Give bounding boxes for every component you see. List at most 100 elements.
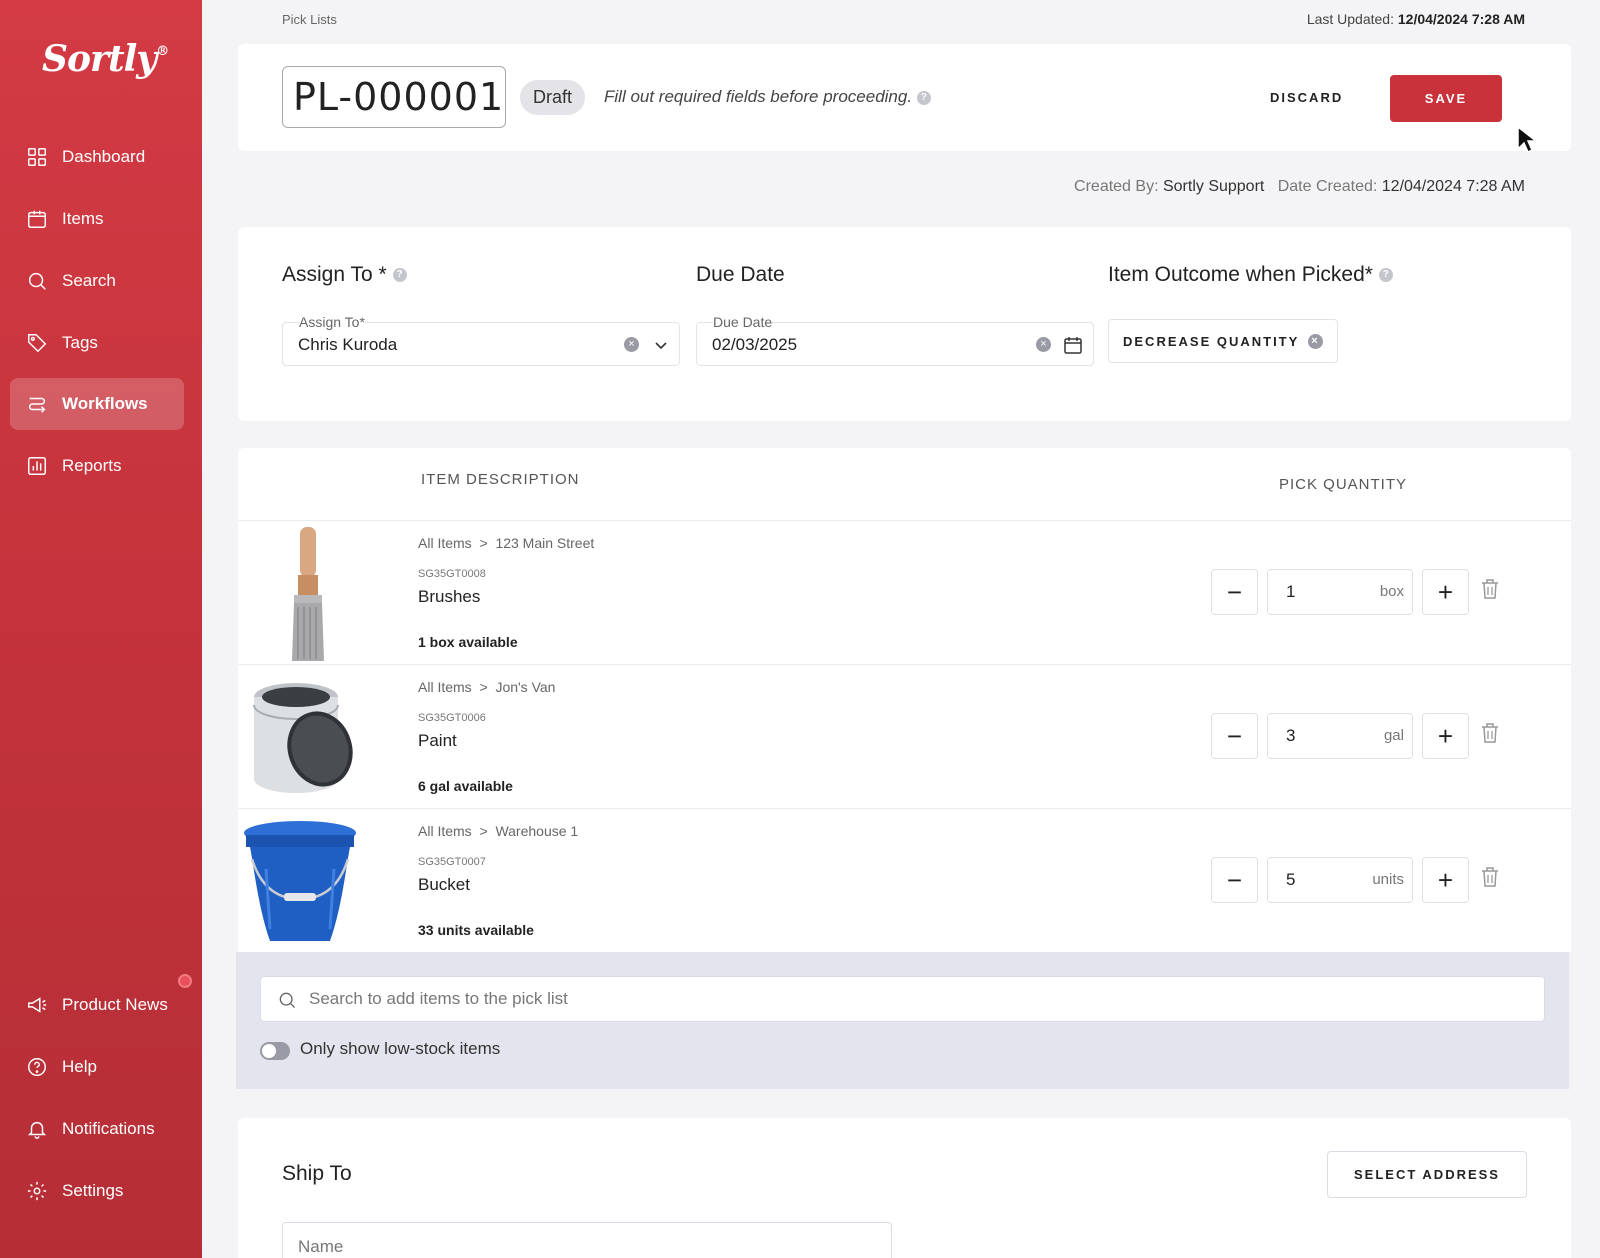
help-icon xyxy=(26,1056,48,1078)
sidebar-item-label: Items xyxy=(62,209,104,228)
ship-to-title: Ship To xyxy=(282,1162,352,1185)
due-date-value: 02/03/2025 xyxy=(712,335,798,354)
quantity-input[interactable]: 5 units xyxy=(1267,857,1413,903)
quantity-input[interactable]: 1 box xyxy=(1267,569,1413,615)
breadcrumb[interactable]: Pick Lists xyxy=(282,12,337,27)
sidebar-item-help[interactable]: Help xyxy=(10,1041,184,1093)
chevron-down-icon[interactable] xyxy=(653,337,669,353)
search-placeholder: Search to add items to the pick list xyxy=(309,989,568,1008)
clear-icon[interactable]: × xyxy=(1036,337,1051,352)
ship-name-input[interactable]: Name xyxy=(282,1222,892,1258)
sidebar-item-items[interactable]: Items xyxy=(10,193,184,245)
item-sku: SG35GT0007 xyxy=(418,856,486,868)
clear-icon[interactable]: × xyxy=(624,337,639,352)
items-icon xyxy=(26,208,48,230)
item-outcome-value: DECREASE QUANTITY xyxy=(1123,333,1300,349)
sidebar-item-search[interactable]: Search xyxy=(10,255,184,307)
help-tooltip-icon[interactable]: ? xyxy=(916,90,931,105)
brush-image xyxy=(292,527,324,661)
column-header-pick-quantity: PICK QUANTITY xyxy=(1279,476,1408,493)
item-name[interactable]: Brushes xyxy=(418,587,480,607)
low-stock-toggle[interactable] xyxy=(260,1042,290,1060)
required-fields-hint: Fill out required fields before proceedi… xyxy=(604,87,931,107)
breadcrumb-root[interactable]: All Items xyxy=(418,679,472,695)
trash-icon[interactable] xyxy=(1480,722,1500,744)
gear-icon xyxy=(26,1180,48,1202)
ship-to-card: Ship To SELECT ADDRESS Name xyxy=(238,1118,1571,1258)
breadcrumb-location[interactable]: Jon's Van xyxy=(495,679,555,695)
sidebar-item-notifications[interactable]: Notifications xyxy=(10,1103,184,1155)
table-row: All Items > Warehouse 1 SG35GT0007 Bucke… xyxy=(238,808,1571,949)
path-separator: > xyxy=(479,823,488,839)
item-availability: 1 box available xyxy=(418,634,518,650)
calendar-icon[interactable] xyxy=(1063,335,1083,355)
select-address-button[interactable]: SELECT ADDRESS xyxy=(1327,1151,1527,1198)
sidebar-item-reports[interactable]: Reports xyxy=(10,440,184,492)
sidebar-item-label: Tags xyxy=(62,333,98,352)
save-button[interactable]: SAVE xyxy=(1390,75,1502,122)
created-info: Created By: Sortly Support Date Created:… xyxy=(1074,178,1525,195)
reports-icon xyxy=(26,455,48,477)
sidebar-item-label: Workflows xyxy=(62,394,148,413)
quantity-value: 3 xyxy=(1286,726,1296,745)
quantity-unit: gal xyxy=(1383,727,1404,744)
decrease-quantity-button[interactable]: − xyxy=(1211,713,1258,759)
sidebar-item-tags[interactable]: Tags xyxy=(10,317,184,369)
tags-icon xyxy=(26,332,48,354)
decrease-quantity-button[interactable]: − xyxy=(1211,857,1258,903)
item-sku: SG35GT0008 xyxy=(418,568,486,580)
column-header-item-description: ITEM DESCRIPTION xyxy=(421,471,580,488)
sidebar-item-workflows[interactable]: Workflows xyxy=(10,378,184,430)
item-sku: SG35GT0006 xyxy=(418,712,486,724)
item-availability: 33 units available xyxy=(418,922,534,938)
due-date-title: Due Date xyxy=(696,263,785,286)
trash-icon[interactable] xyxy=(1480,578,1500,600)
quantity-input[interactable]: 3 gal xyxy=(1267,713,1413,759)
item-outcome-chip[interactable]: DECREASE QUANTITY × xyxy=(1108,319,1338,363)
sidebar-item-label: Search xyxy=(62,271,116,290)
mouse-cursor-icon xyxy=(1517,125,1536,154)
item-availability: 6 gal available xyxy=(418,778,513,794)
assign-to-label: Assign To* xyxy=(299,314,365,330)
sortly-logo[interactable]: Sortly® xyxy=(42,38,169,80)
sidebar-item-product-news[interactable]: Product News xyxy=(10,979,184,1031)
low-stock-label: Only show low-stock items xyxy=(300,1039,501,1058)
breadcrumb-location[interactable]: Warehouse 1 xyxy=(495,823,578,839)
assign-to-select[interactable]: Assign To* Chris Kuroda × xyxy=(282,314,680,366)
breadcrumb-root[interactable]: All Items xyxy=(418,535,472,551)
clear-icon[interactable]: × xyxy=(1308,334,1323,349)
assign-to-value: Chris Kuroda xyxy=(298,335,398,354)
sidebar-item-settings[interactable]: Settings xyxy=(10,1165,184,1217)
name-placeholder: Name xyxy=(298,1237,344,1256)
sidebar-item-dashboard[interactable]: Dashboard xyxy=(10,131,184,183)
sidebar-item-label: Product News xyxy=(62,995,168,1014)
increase-quantity-button[interactable]: + xyxy=(1422,569,1469,615)
trash-icon[interactable] xyxy=(1480,866,1500,888)
quantity-unit: units xyxy=(1372,871,1404,888)
status-badge: Draft xyxy=(520,80,586,115)
sidebar-item-label: Reports xyxy=(62,456,122,475)
quantity-unit: box xyxy=(1379,583,1404,600)
add-items-search-input[interactable]: Search to add items to the pick list xyxy=(260,976,1545,1022)
pick-list-id-field[interactable]: PL-000001 xyxy=(282,66,506,128)
item-outcome-title: Item Outcome when Picked* ? xyxy=(1108,263,1393,287)
breadcrumb-root[interactable]: All Items xyxy=(418,823,472,839)
breadcrumb-location[interactable]: 123 Main Street xyxy=(495,535,594,551)
item-path: All Items > 123 Main Street xyxy=(418,535,594,551)
increase-quantity-button[interactable]: + xyxy=(1422,713,1469,759)
item-name[interactable]: Paint xyxy=(418,731,457,751)
bell-icon xyxy=(26,1118,48,1140)
due-date-field[interactable]: Due Date 02/03/2025 × xyxy=(696,314,1094,366)
increase-quantity-button[interactable]: + xyxy=(1422,857,1469,903)
dashboard-icon xyxy=(26,146,48,168)
help-tooltip-icon[interactable]: ? xyxy=(1378,268,1393,283)
assign-to-title: Assign To * ? xyxy=(282,263,407,287)
help-tooltip-icon[interactable]: ? xyxy=(392,268,407,283)
item-name[interactable]: Bucket xyxy=(418,875,470,895)
decrease-quantity-button[interactable]: − xyxy=(1211,569,1258,615)
item-path: All Items > Jon's Van xyxy=(418,679,555,695)
sidebar-item-label: Dashboard xyxy=(62,147,146,166)
discard-button[interactable]: DISCARD xyxy=(1270,90,1343,105)
sidebar-item-label: Settings xyxy=(62,1181,124,1200)
search-icon xyxy=(26,270,48,292)
